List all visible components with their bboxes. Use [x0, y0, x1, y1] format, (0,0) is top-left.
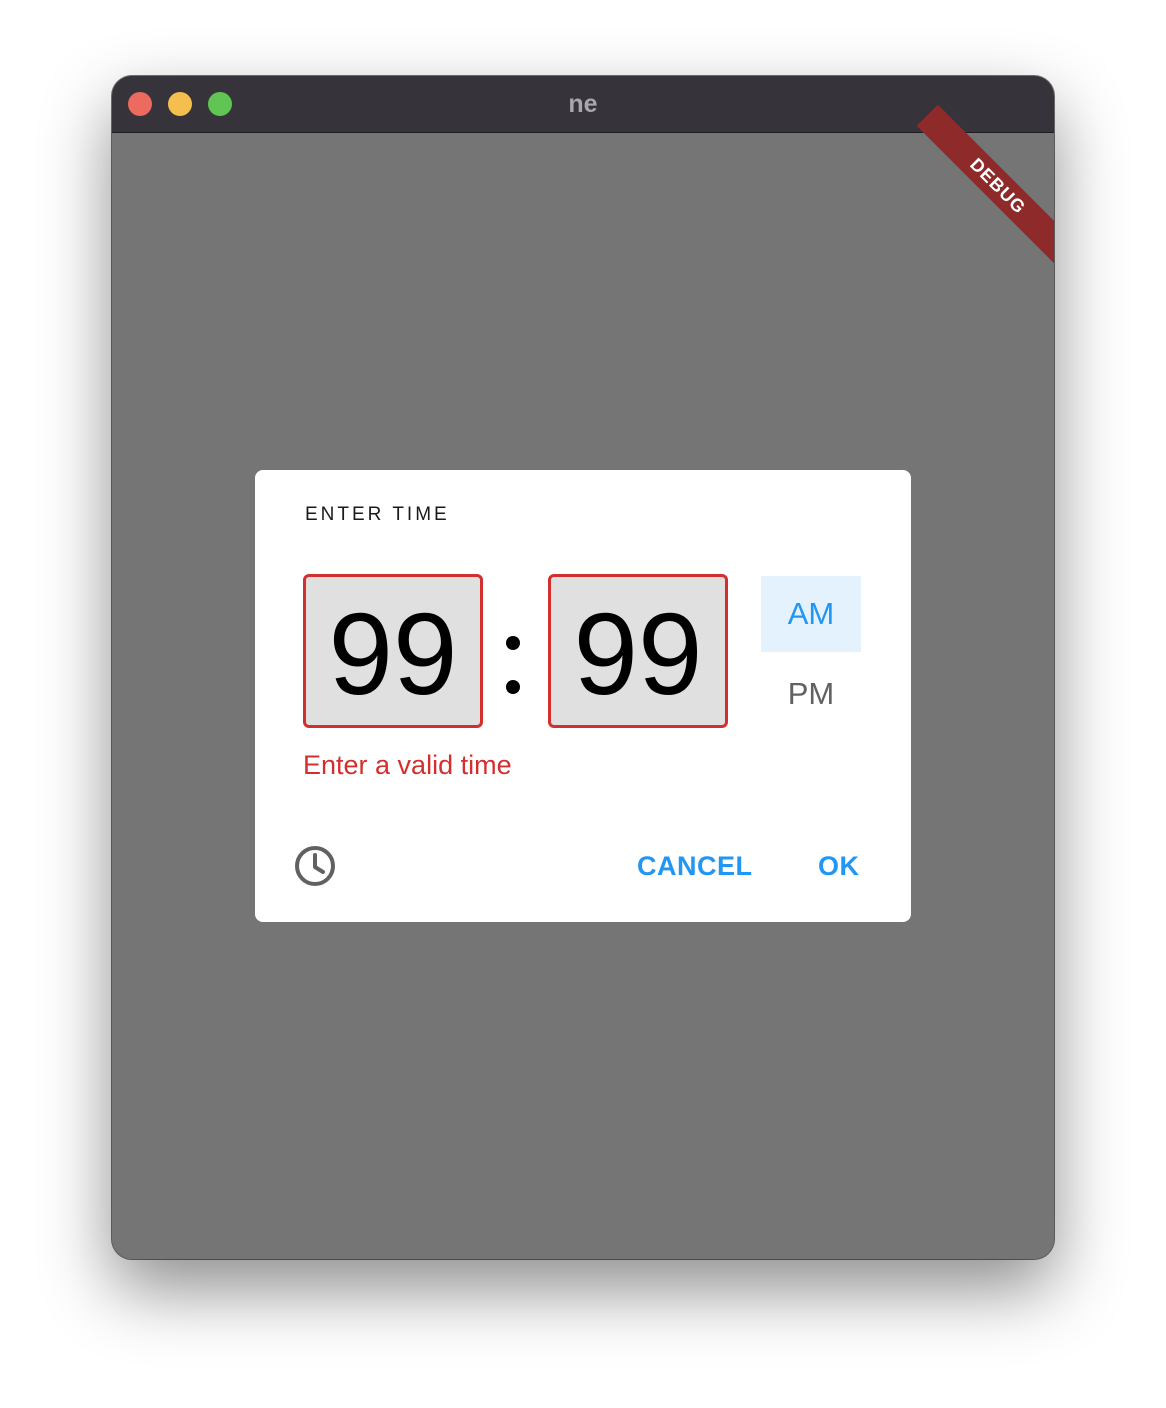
- clock-icon[interactable]: [293, 844, 337, 888]
- hour-input[interactable]: 99: [303, 574, 483, 728]
- window-title: ne: [568, 90, 598, 118]
- cancel-button[interactable]: CANCEL: [637, 848, 753, 884]
- app-window: ne DEBUG ENTER TIME 99 99 AM PM Enter a …: [112, 76, 1054, 1259]
- time-picker-dialog: ENTER TIME 99 99 AM PM Enter a valid tim…: [255, 470, 911, 922]
- ok-button[interactable]: OK: [818, 848, 860, 884]
- am-toggle[interactable]: AM: [761, 576, 861, 652]
- clock-icon-graphic: [295, 846, 335, 886]
- separator-dot-bottom: [506, 680, 520, 694]
- title-bar[interactable]: ne: [112, 76, 1054, 133]
- minute-input[interactable]: 99: [548, 574, 728, 728]
- pm-toggle[interactable]: PM: [761, 656, 861, 732]
- dialog-title: ENTER TIME: [305, 504, 450, 525]
- period-selector: AM PM: [761, 576, 861, 732]
- modal-scrim[interactable]: DEBUG ENTER TIME 99 99 AM PM Enter a val…: [112, 104, 1054, 1259]
- error-message: Enter a valid time: [303, 750, 512, 780]
- separator-dot-top: [506, 636, 520, 650]
- time-separator: [506, 636, 520, 694]
